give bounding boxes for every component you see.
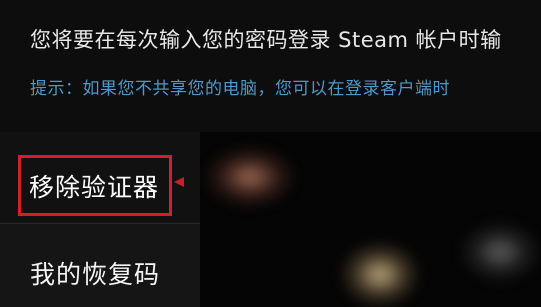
blur-spot (340, 242, 420, 307)
hint-text: 提示：如果您不共享您的电脑，您可以在登录客户端时 (30, 79, 450, 99)
recovery-code-label[interactable]: 我的恢复码 (30, 255, 160, 291)
info-panel: 您将要在每次输入您的密码登录 Steam 帐户时输 提示：如果您不共享您的电脑，… (0, 0, 541, 133)
steam-guard-screen: 您将要在每次输入您的密码登录 Steam 帐户时输 提示：如果您不共享您的电脑，… (0, 0, 541, 307)
blurred-background-image (200, 132, 541, 307)
annotation-arrow-icon (174, 177, 184, 187)
description-text: 您将要在每次输入您的密码登录 Steam 帐户时输 (30, 28, 502, 52)
blur-spot (460, 222, 540, 282)
blur-spot (205, 147, 295, 207)
remove-authenticator-label[interactable]: 移除验证器 (29, 168, 159, 204)
